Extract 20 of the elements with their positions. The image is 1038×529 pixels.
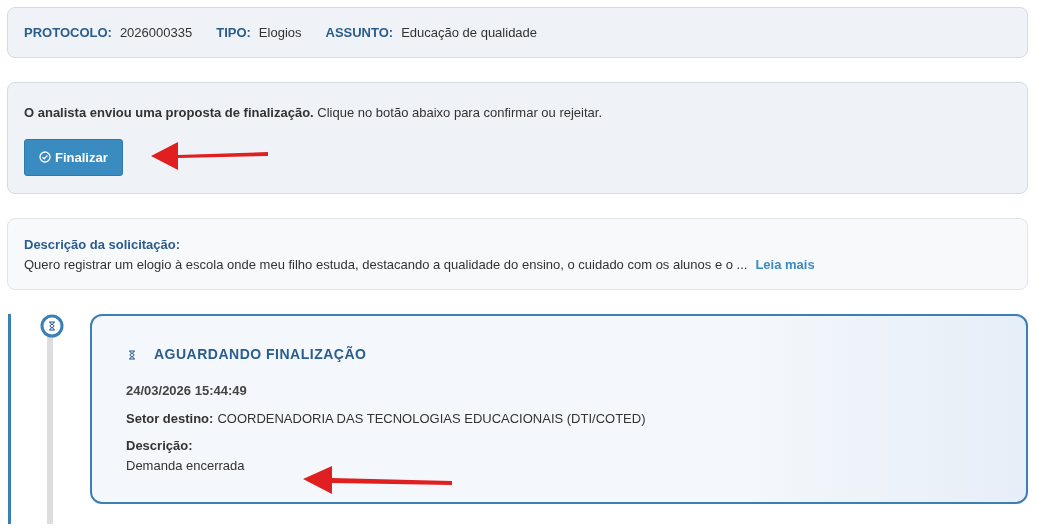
check-circle-icon xyxy=(39,151,51,164)
timeline-date: 24/03/2026 15:44:49 xyxy=(126,382,248,400)
status-title: AGUARDANDO FINALIZAÇÃO xyxy=(154,345,367,364)
request-text: Quero registrar um elogio à escola onde meu filho estuda, destacando a qualidade do ensino, o cuidado com os alunos e o ... xyxy=(24,255,748,274)
field-label: PROTOCOLO: xyxy=(24,23,112,42)
proposal-message: O analista enviou uma proposta de finalização. Clique no botão abaixo para confirmar ou rejeitar. xyxy=(24,104,604,122)
request-title: Descrição da solicitação: xyxy=(24,236,182,254)
sector-value: COORDENADORIA DAS TECNOLOGIAS EDUCACIONAIS (DTI/COTED) xyxy=(217,409,646,428)
hourglass-icon xyxy=(40,314,64,338)
sector-label: Setor destino: xyxy=(126,409,214,428)
read-more-link[interactable]: Leia mais xyxy=(755,254,815,274)
field-value: Educação de qualidade xyxy=(401,23,538,42)
field-label: TIPO: xyxy=(216,23,251,42)
finalize-button[interactable]: Finalizar xyxy=(24,138,123,176)
description-label: Descrição: xyxy=(126,437,194,455)
field-label: ASSUNTO: xyxy=(325,23,394,42)
field-value: 2026000335 xyxy=(119,23,193,42)
field-value: Elogios xyxy=(258,23,302,42)
description-value: Demanda encerrada xyxy=(126,456,246,475)
hourglass-icon xyxy=(126,347,138,362)
